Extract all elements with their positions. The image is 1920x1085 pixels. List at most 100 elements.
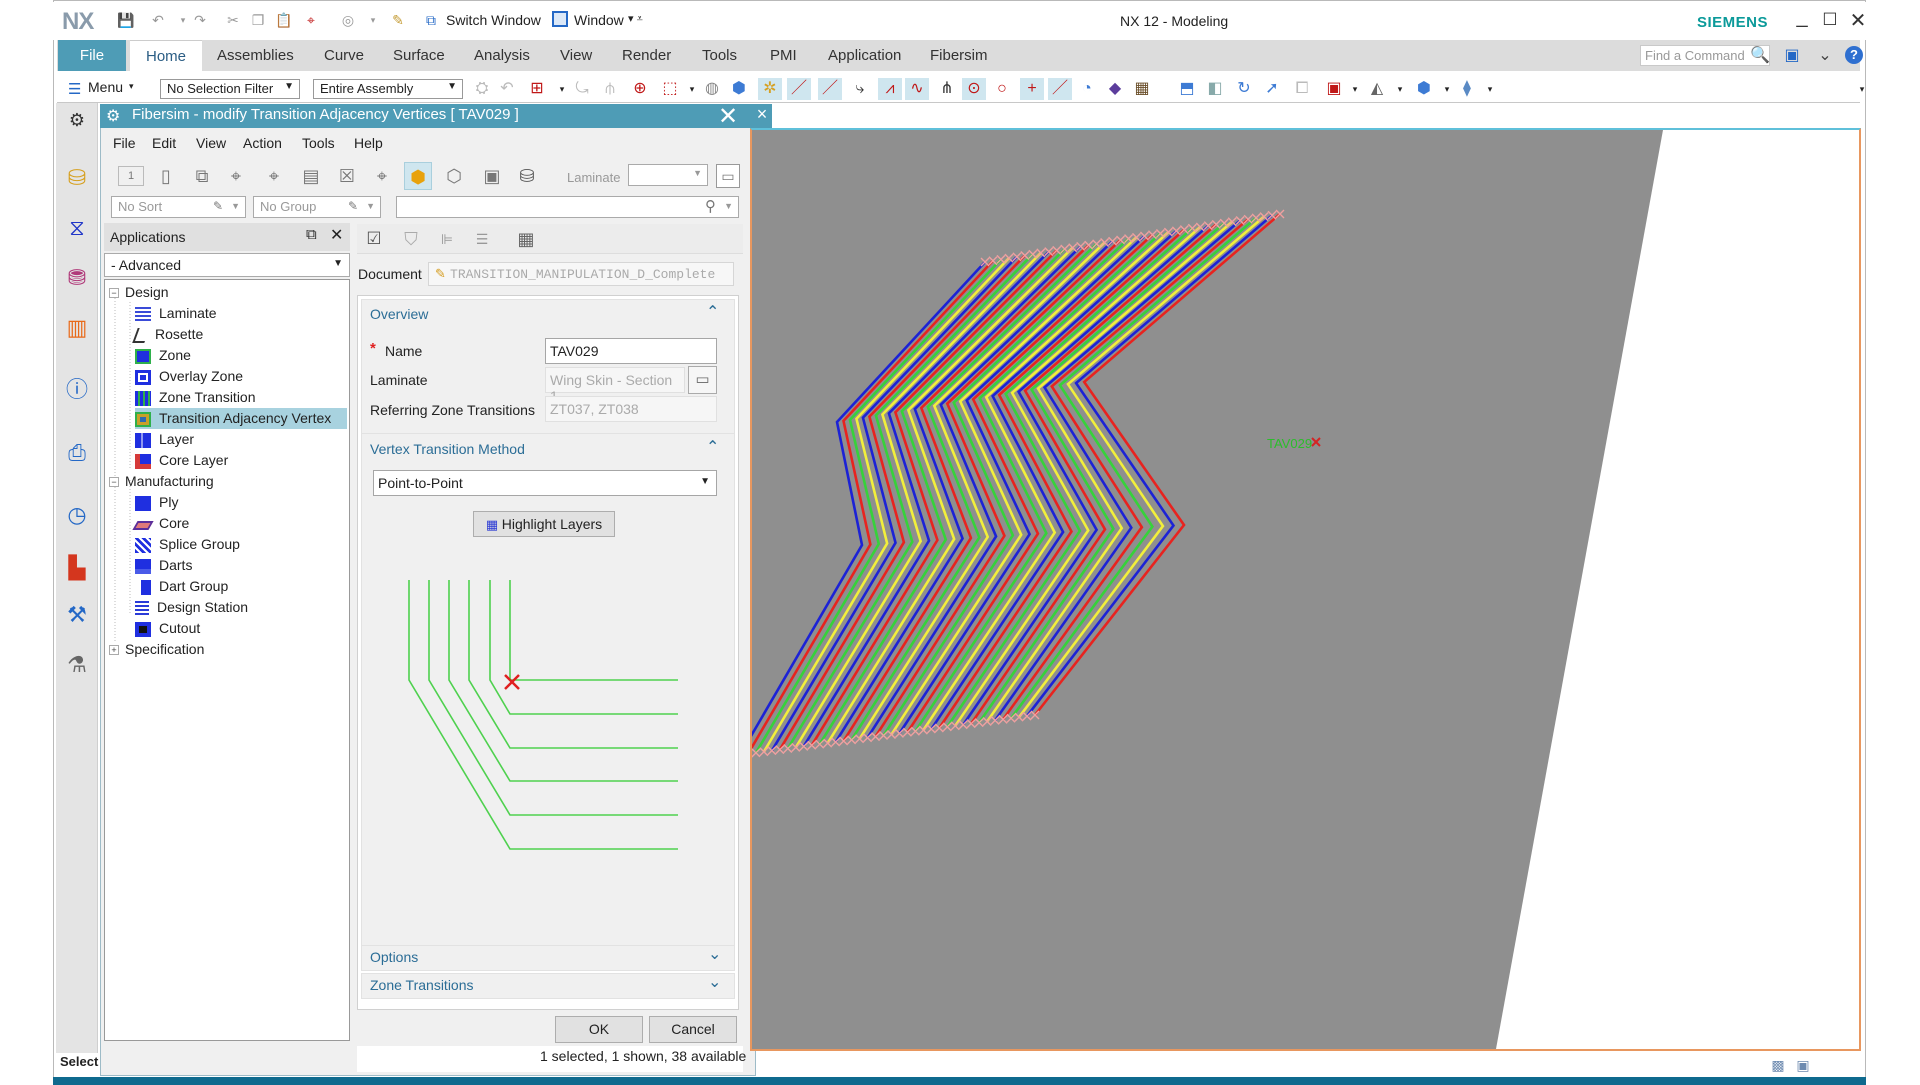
sort-combo[interactable]: No Sort ✎ ▼ [111, 196, 246, 218]
select-feature-icon[interactable]: ⤿ [570, 78, 594, 100]
repeat-command-icon[interactable]: ⌖ [303, 12, 319, 28]
snap-point-icon[interactable]: ⛭ [470, 78, 494, 100]
undo-dropdown-icon[interactable]: ▾ [175, 12, 191, 28]
menu-dropdown-icon[interactable]: ▾ [129, 81, 134, 92]
minimize-button[interactable]: _ [1790, 6, 1814, 29]
zone-transitions-group-title[interactable]: Zone Transitions [370, 977, 474, 993]
pan-icon[interactable]: ➚ [1260, 78, 1284, 100]
general-selection-icon[interactable]: ⊞ [525, 78, 549, 100]
snap-arc-center-icon[interactable]: ⊙ [962, 78, 986, 100]
dialog-close-button[interactable]: ✕ [718, 102, 738, 131]
wire-cube-icon[interactable]: ⬡ [440, 162, 468, 190]
collapse-chevron-up-icon[interactable]: ⌃ [706, 302, 719, 322]
expand-chevron-down-icon[interactable]: ⌄ [708, 972, 721, 992]
full-screen-icon[interactable]: ▣ [1782, 46, 1802, 66]
visualization-icon[interactable]: ⧫ [1455, 78, 1479, 100]
maximize-button[interactable]: ☐ [1818, 10, 1842, 30]
vertex-transition-method-title[interactable]: Vertex Transition Method [370, 441, 525, 457]
redo-icon[interactable]: ↷ [192, 12, 208, 28]
snap-existing-point-icon[interactable]: ✲ [758, 78, 782, 100]
shaded-view-icon[interactable]: ⬢ [727, 78, 751, 100]
help-icon[interactable]: ? [1845, 46, 1863, 64]
layer-grid-icon[interactable]: ▦ [512, 225, 540, 253]
tree-item-rosette[interactable]: Rosette [132, 324, 203, 345]
snap-face-icon[interactable]: ◆ [1103, 78, 1127, 100]
tree-item-zone-transition[interactable]: Zone Transition [135, 387, 256, 408]
vertex-method-select[interactable]: Point-to-Point ▼ [373, 470, 717, 496]
tab-render[interactable]: Render [612, 40, 681, 71]
align-left-icon[interactable]: ⊫ [433, 225, 461, 253]
constraint-navigator-icon[interactable]: ⧖ [62, 213, 92, 243]
select-body-icon[interactable]: ⫛ [598, 78, 622, 100]
undock-icon[interactable]: ⧉ [306, 226, 317, 243]
dialog-menu-tools[interactable]: Tools [302, 135, 335, 151]
dialog-menu-file[interactable]: File [113, 135, 136, 151]
snap-bounded-grid-icon[interactable]: ◔ [1075, 78, 1099, 100]
frame-icon[interactable]: ▣ [478, 162, 506, 190]
select-face-icon[interactable]: ↶ [495, 78, 519, 100]
grid-icon[interactable]: ▦ [1130, 78, 1154, 100]
selection-scope-combo[interactable]: Entire Assembly ▼ [313, 79, 463, 99]
toolbar-overflow-icon[interactable]: ▾ [1850, 78, 1874, 100]
tab-view[interactable]: View [550, 40, 602, 71]
laminate-toolbar-combo[interactable]: ▼ [628, 164, 708, 186]
page-number-icon[interactable]: 1 [118, 166, 144, 186]
tab-application[interactable]: Application [818, 40, 911, 71]
tab-assemblies[interactable]: Assemblies [207, 40, 304, 71]
snap-end-point-icon[interactable]: ／ [787, 78, 811, 100]
paste-icon[interactable]: 📋 [275, 12, 292, 28]
solid-cube-icon[interactable]: ⬢ [404, 162, 432, 190]
dialog-menu-action[interactable]: Action [243, 135, 282, 151]
snap-quadrant-icon[interactable]: ○ [990, 78, 1014, 100]
dialog-menu-view[interactable]: View [196, 135, 226, 151]
switch-window-button[interactable]: Switch Window [446, 12, 541, 28]
tab-curve[interactable]: Curve [314, 40, 374, 71]
tree-item-dart-group[interactable]: Dart Group [135, 576, 228, 597]
process-studio-icon[interactable]: ⚗ [62, 650, 92, 680]
tree-item-transition-adjacency-vertex[interactable]: Transition Adjacency Vertex [135, 408, 347, 429]
tab-analysis[interactable]: Analysis [464, 40, 540, 71]
save-icon[interactable]: 💾 [117, 12, 134, 28]
snap-point-on-surface-icon[interactable]: ／ [1048, 78, 1072, 100]
group-combo[interactable]: No Group ✎ ▼ [253, 196, 381, 218]
tree-item-overlay-zone[interactable]: Overlay Zone [135, 366, 243, 387]
select-component-icon[interactable]: ⊕ [628, 78, 652, 100]
reposition-icon[interactable]: ⌖ [368, 162, 396, 190]
properties-document-icon[interactable]: ▤ [297, 162, 325, 190]
render-style-icon[interactable]: ◭ [1365, 78, 1389, 100]
selection-filter-combo[interactable]: No Selection Filter ▼ [160, 79, 300, 99]
undo-icon[interactable]: ↶ [150, 12, 166, 28]
tab-file[interactable]: File [58, 40, 126, 71]
tab-pmi[interactable]: PMI [760, 40, 807, 71]
tree-item-core[interactable]: Core [132, 513, 189, 534]
cut-icon[interactable]: ✂ [225, 12, 241, 28]
insert-point-icon[interactable]: ⌖ [222, 162, 250, 190]
search-input[interactable]: ⚲ ▼ [396, 196, 739, 218]
snap-tangent-icon[interactable]: ⋔ [935, 78, 959, 100]
reuse-library-icon[interactable]: ▥ [62, 313, 92, 343]
web-browser-icon[interactable]: ⎙ [62, 438, 92, 468]
tree-item-splice-group[interactable]: Splice Group [135, 534, 240, 555]
model-canvas[interactable]: TAV029 [752, 130, 1859, 1049]
window-manager-icon[interactable]: ✎ [390, 12, 406, 28]
database-export-icon[interactable]: ⛁ [513, 162, 541, 190]
show-layers-icon[interactable]: ⛉ [397, 225, 425, 253]
orient-view-icon[interactable]: ⬢ [1412, 78, 1436, 100]
application-filter-combo[interactable]: - Advanced ▼ [104, 253, 350, 277]
insert-copy-icon[interactable]: ⌖ [260, 162, 288, 190]
tree-item-design[interactable]: − Design [109, 282, 169, 303]
hd3d-tools-icon[interactable]: ⓘ [62, 375, 92, 405]
window-dropdown-icon[interactable]: ▾ ⩡ [628, 12, 643, 26]
highlight-layers-button[interactable]: ▦ Highlight Layers [473, 511, 615, 537]
perspective-icon[interactable]: ⧠ [1290, 78, 1314, 100]
snap-control-point-icon[interactable]: ⤷ [848, 78, 872, 100]
role-icon[interactable]: ⚒ [62, 600, 92, 630]
ribbon-options-chevron-icon[interactable]: ⌄ [1815, 46, 1835, 66]
tree-item-darts[interactable]: Darts [135, 555, 192, 576]
tree-item-laminate[interactable]: Laminate [135, 303, 217, 324]
checkbox-toggle-icon[interactable]: ☑ [360, 225, 388, 253]
collapse-icon[interactable]: − [109, 288, 119, 299]
collapse-icon[interactable]: − [109, 477, 119, 488]
tree-item-core-layer[interactable]: Core Layer [135, 450, 228, 471]
laminate-select-button[interactable]: ▭ [688, 366, 717, 394]
